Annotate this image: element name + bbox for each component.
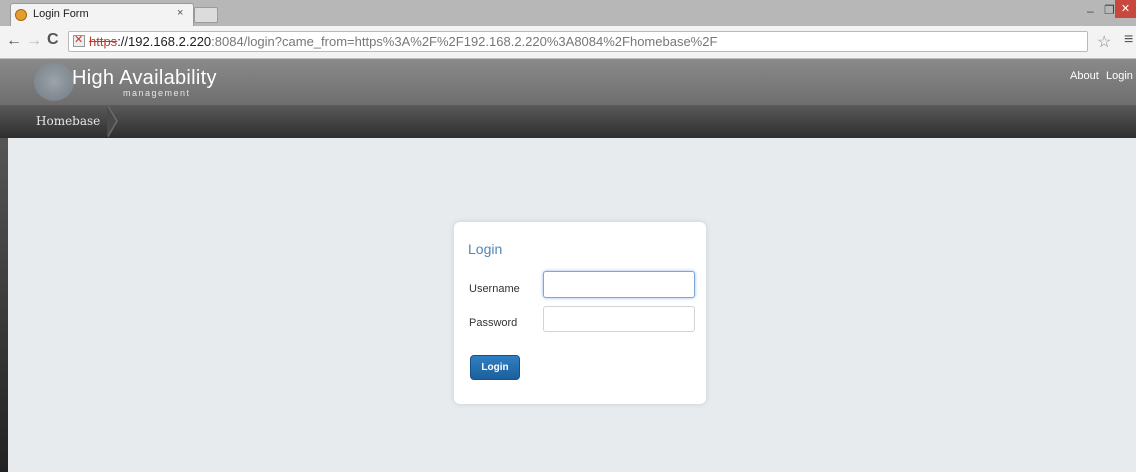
username-input[interactable] <box>543 271 695 298</box>
nav-about-link[interactable]: About <box>1070 70 1099 82</box>
reload-icon[interactable]: C <box>47 31 59 49</box>
broken-lock-icon[interactable] <box>73 33 85 47</box>
star-icon[interactable]: ☆ <box>1097 32 1111 52</box>
window-maximize-icon[interactable]: ❐ <box>1104 3 1115 17</box>
breadcrumb-separator-inner <box>107 106 116 137</box>
left-edge-bar <box>0 138 8 472</box>
tab-close-icon[interactable]: × <box>177 7 183 19</box>
window-close-icon[interactable]: ✕ <box>1115 0 1136 18</box>
breadcrumb-item-homebase[interactable]: Homebase <box>24 105 112 138</box>
browser-tab[interactable]: Login Form × <box>10 3 194 27</box>
menu-icon[interactable]: ≡ <box>1124 31 1133 49</box>
main-content: Login Username Password Login <box>8 138 1136 472</box>
new-tab-button[interactable] <box>194 7 218 23</box>
login-form: Login Username Password Login <box>454 222 706 404</box>
hexagon-logo-icon <box>34 63 74 101</box>
tab-title: Login Form <box>33 8 89 20</box>
web-page: High Availability management About Login… <box>0 59 1136 472</box>
window-minimize-icon[interactable]: – <box>1087 4 1094 18</box>
app-title: High Availability <box>72 67 217 89</box>
browser-toolbar: ← → C https://192.168.2.220:8084/login?c… <box>0 26 1136 59</box>
nav-login-link[interactable]: Login <box>1106 70 1133 82</box>
forward-arrow-icon[interactable]: → <box>26 32 42 50</box>
url-path: :8084/login?came_from=https%3A%2F%2F192.… <box>211 34 718 49</box>
url-scheme: https <box>89 34 118 49</box>
password-input[interactable] <box>543 306 695 332</box>
address-bar[interactable]: https://192.168.2.220:8084/login?came_fr… <box>68 31 1088 52</box>
url-text: https://192.168.2.220:8084/login?came_fr… <box>89 34 717 49</box>
login-heading: Login <box>468 241 503 257</box>
login-button[interactable]: Login <box>470 355 520 380</box>
username-label: Username <box>469 283 520 295</box>
browser-tab-strip: Login Form × – ❐ ✕ <box>0 0 1136 27</box>
back-arrow-icon[interactable]: ← <box>6 32 22 50</box>
app-header: High Availability management About Login <box>0 59 1136 105</box>
url-host: ://192.168.2.220 <box>117 34 212 49</box>
breadcrumb: Homebase <box>0 105 1136 138</box>
favicon-icon <box>15 9 27 21</box>
app-subtitle: management <box>123 88 191 98</box>
password-label: Password <box>469 317 518 329</box>
